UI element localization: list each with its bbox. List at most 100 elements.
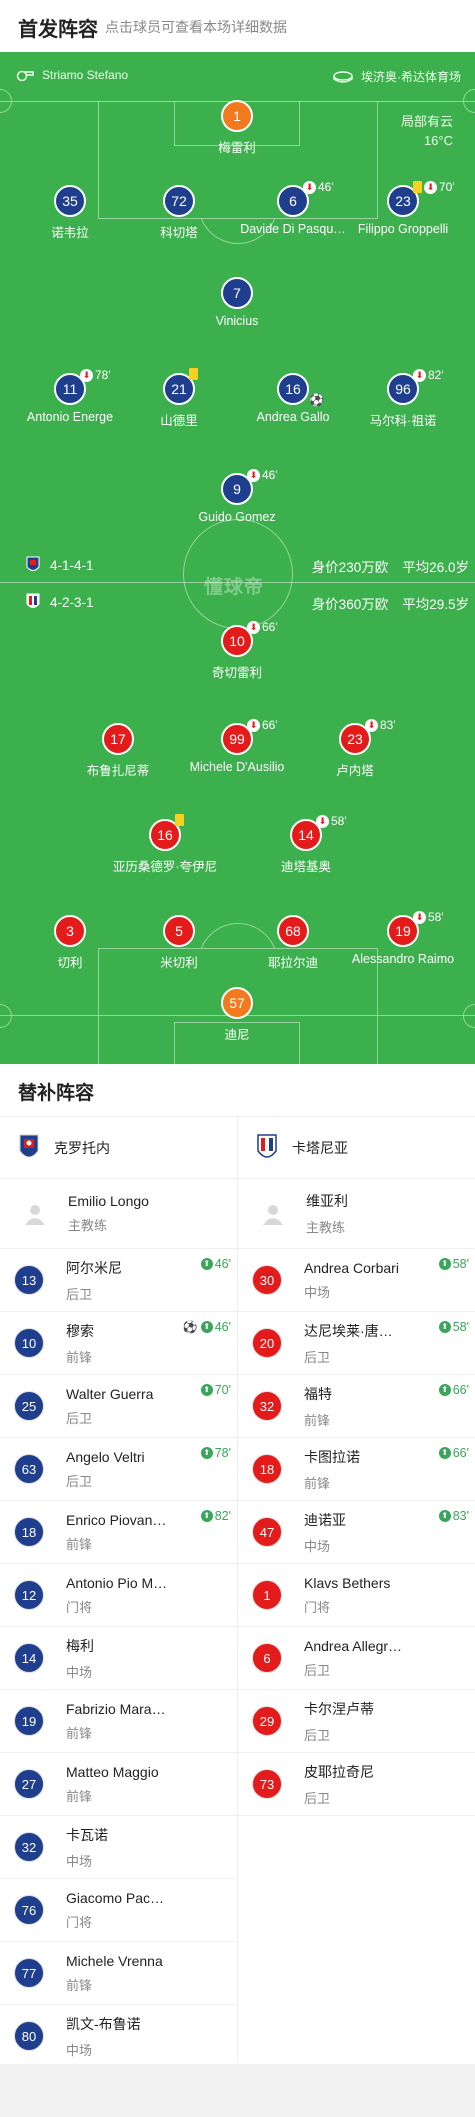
sub-out-icon: ⬇	[424, 180, 437, 194]
sub-in-indicator: ⬆ 46'	[200, 1257, 231, 1271]
away-team-name: 卡塔尼亚	[292, 1139, 348, 1156]
yellow-card-icon	[175, 814, 184, 826]
weather-condition: 局部有云	[400, 114, 453, 129]
jersey-number: 3	[54, 915, 86, 947]
sub-player-row[interactable]: 25 Walter Guerra 后卫 ⬆ 70'	[0, 1375, 237, 1438]
sub-minute: 46'	[262, 468, 278, 482]
home-coach-row[interactable]: Emilio Longo 主教练	[0, 1179, 237, 1249]
home-team-badge-icon	[26, 556, 40, 571]
sub-in-minute: 58'	[452, 1257, 469, 1271]
home-team-row[interactable]: 克罗托内	[0, 1117, 237, 1179]
sub-player-row[interactable]: 77 Michele Vrenna 前锋	[0, 1942, 237, 2005]
jersey-number: 18	[252, 1454, 282, 1484]
substitutes-title: 替补阵容	[18, 1083, 95, 1104]
sub-in-indicator: ⬆ 58'	[438, 1257, 469, 1271]
lineup-title: 首发阵容	[18, 19, 98, 41]
sub-player-row[interactable]: 29 卡尔涅卢蒂 后卫	[238, 1690, 475, 1753]
sub-minute: 46'	[318, 180, 334, 194]
player-events	[175, 814, 184, 826]
sub-player-info: Klavs Bethers 门将	[304, 1575, 419, 1616]
sub-player-row[interactable]: 27 Matteo Maggio 前锋	[0, 1753, 237, 1816]
home-player[interactable]: 23 ⬇ 70' Filippo Groppelli	[333, 180, 473, 236]
sub-player-name: Walter Guerra	[66, 1385, 154, 1402]
sub-player-row[interactable]: 32 卡瓦诺 中场	[0, 1816, 237, 1879]
arrow-down-icon: ⬇	[367, 719, 376, 730]
watermark-logo: 懂球帝	[204, 577, 265, 598]
sub-player-row[interactable]: 18 Enrico Piovan… 前锋 ⬆ 82'	[0, 1501, 237, 1564]
sub-player-row[interactable]: 10 穆索 前锋 ⚽ ⬆ 46'	[0, 1312, 237, 1375]
sub-player-row[interactable]: 47 迪诺亚 中场 ⬆ 83'	[238, 1501, 475, 1564]
sub-player-name: 卡图拉诺	[304, 1448, 360, 1465]
whistle-icon	[16, 70, 34, 81]
away-coach-row[interactable]: 维亚利 主教练	[238, 1179, 475, 1249]
home-player[interactable]: 7 Vinicius	[167, 277, 307, 328]
player-name: 迪尼	[224, 1028, 250, 1042]
sub-player-position: 中场	[304, 1538, 331, 1554]
jersey-number: 72	[163, 185, 195, 217]
jersey-number: 13	[14, 1265, 44, 1295]
sub-player-position: 前锋	[66, 1536, 93, 1552]
sub-player-row[interactable]: 1 Klavs Bethers 门将	[238, 1564, 475, 1627]
sub-player-name: Giacomo Pac…	[66, 1889, 165, 1906]
sub-player-info: 皮耶拉奇尼 后卫	[304, 1762, 419, 1807]
sub-player-row[interactable]: 30 Andrea Corbari 中场 ⬆ 58'	[238, 1249, 475, 1312]
away-player[interactable]: 10 ⬇ 66' 奇切雷利	[167, 620, 307, 681]
jersey-number: 29	[252, 1706, 282, 1736]
sub-player-info: Andrea Allegr… 后卫	[304, 1638, 419, 1679]
football-icon: ⚽	[182, 1320, 198, 1334]
sub-player-name: 卡尔涅卢蒂	[304, 1700, 374, 1717]
sub-player-row[interactable]: 80 凯文-布鲁诺 中场	[0, 2005, 237, 2068]
home-team-badge-icon	[19, 1134, 39, 1157]
sub-player-row[interactable]: 12 Antonio Pio M… 门将	[0, 1564, 237, 1627]
sub-player-row[interactable]: 19 Fabrizio Mara… 前锋	[0, 1690, 237, 1753]
sub-out-icon: ⬇	[80, 368, 93, 382]
sub-player-row[interactable]: 63 Angelo Veltri 后卫 ⬆ 78'	[0, 1438, 237, 1501]
player-name: Guido Gomez	[198, 510, 276, 524]
sub-in-minute: 82'	[214, 1509, 231, 1523]
sub-player-row[interactable]: 6 Andrea Allegr… 后卫	[238, 1627, 475, 1690]
jersey-number: 77	[14, 1958, 44, 1988]
jersey-number: 14	[14, 1643, 44, 1673]
player-name: 亚历桑德罗·夸伊尼	[112, 860, 218, 874]
player-events: ⬇ 70'	[413, 180, 455, 194]
sub-player-name: 卡瓦诺	[66, 1826, 108, 1843]
player-events: ⬇ 83'	[365, 718, 396, 732]
sub-player-row[interactable]: 18 卡图拉诺 前锋 ⬆ 66'	[238, 1438, 475, 1501]
jersey-number: 47	[252, 1517, 282, 1547]
home-player[interactable]: 1 梅雷利	[167, 100, 307, 156]
away-subs-list: 30 Andrea Corbari 中场 ⬆ 58' 20 达尼埃莱·唐… 后卫 ⬆ 58' 32 福…	[238, 1249, 475, 1816]
player-name: 马尔科·祖诺	[369, 414, 437, 428]
sub-player-row[interactable]: 20 达尼埃莱·唐… 后卫 ⬆ 58'	[238, 1312, 475, 1375]
sub-player-name: Andrea Corbari	[304, 1259, 399, 1276]
away-team-value: 身价360万欧	[311, 597, 389, 612]
away-player[interactable]: 14 ⬇ 58' 迪塔基奥	[236, 814, 376, 875]
away-player[interactable]: 57 迪尼	[167, 987, 307, 1043]
sub-player-position: 前锋	[66, 1725, 93, 1741]
sub-player-row[interactable]: 73 皮耶拉奇尼 后卫	[238, 1753, 475, 1816]
away-player[interactable]: 19 ⬇ 58' Alessandro Raimo	[333, 910, 473, 966]
weather-temperature: 16°C	[423, 133, 453, 148]
jersey-number: 63	[14, 1454, 44, 1484]
sub-out-icon: ⬇	[303, 180, 316, 194]
sub-player-name: Fabrizio Mara…	[66, 1700, 166, 1717]
home-player[interactable]: 9 ⬇ 46' Guido Gomez	[167, 468, 307, 524]
player-events: ⬇ 78'	[80, 368, 111, 382]
home-player[interactable]: 96 ⬇ 82' 马尔科·祖诺	[333, 368, 473, 429]
sub-in-icon: ⬆	[200, 1258, 213, 1270]
away-player[interactable]: 23 ⬇ 83' 卢内塔	[285, 718, 425, 779]
sub-player-row[interactable]: 13 阿尔米尼 后卫 ⬆ 46'	[0, 1249, 237, 1312]
sub-player-row[interactable]: 32 福特 前锋 ⬆ 66'	[238, 1375, 475, 1438]
away-team-row[interactable]: 卡塔尼亚	[238, 1117, 475, 1179]
sub-player-row[interactable]: 14 梅利 中场	[0, 1627, 237, 1690]
sub-player-row[interactable]: 76 Giacomo Pac… 门将	[0, 1879, 237, 1942]
sub-player-name: Enrico Piovan…	[66, 1511, 167, 1528]
sub-player-info: Antonio Pio M… 门将	[66, 1575, 181, 1616]
stadium: 埃济奥·希达体育场	[333, 68, 461, 85]
sub-in-indicator: ⚽ ⬆ 46'	[183, 1320, 231, 1334]
sub-in-minute: 46'	[214, 1320, 231, 1334]
sub-player-name: 凯文-布鲁诺	[66, 2015, 141, 2032]
pitch: Striamo Stefano 埃济奥·希达体育场 局部有云 16°C 懂球帝 …	[0, 52, 475, 1064]
sub-player-info: 卡瓦诺 中场	[66, 1825, 181, 1870]
coach-avatar-icon	[25, 1204, 45, 1225]
away-player[interactable]: 16 亚历桑德罗·夸伊尼	[95, 814, 235, 875]
